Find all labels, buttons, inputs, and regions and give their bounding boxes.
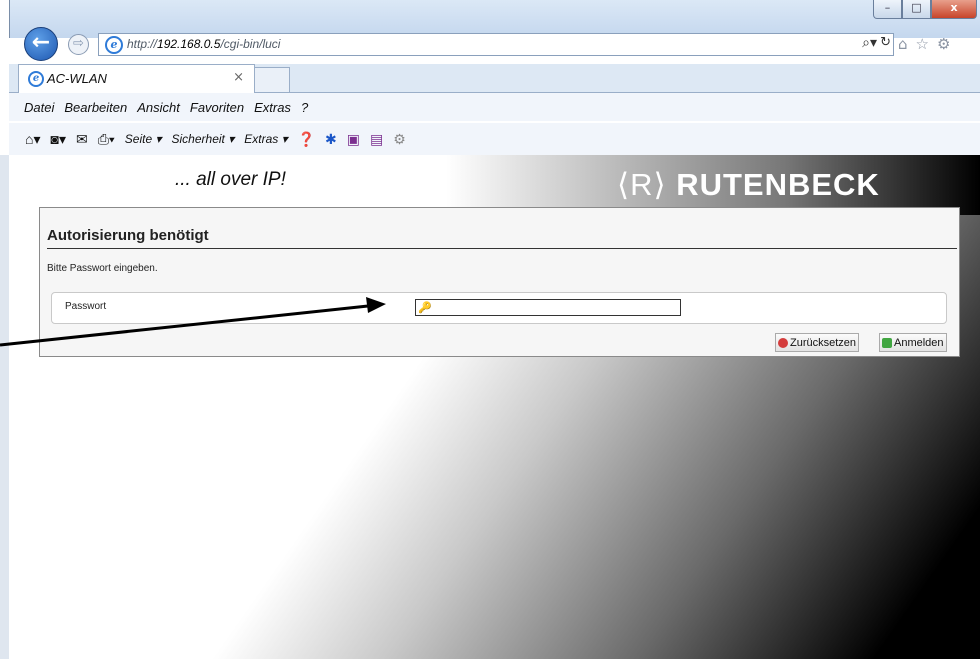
- login-label: Anmelden: [894, 336, 944, 349]
- menu-bearbeiten[interactable]: Bearbeiten: [64, 100, 127, 115]
- feeds-icon[interactable]: ◙▾: [50, 131, 65, 148]
- tab-label: AC-WLAN: [47, 71, 107, 86]
- home-cmd-icon[interactable]: ⌂▾: [25, 131, 40, 148]
- refresh-icon[interactable]: ↻: [880, 35, 891, 50]
- menu-help[interactable]: ?: [301, 100, 308, 115]
- extras-menu[interactable]: Extras ▾: [244, 132, 287, 146]
- command-bar: ⌂▾ ◙▾ ✉ ⎙▾ Seite ▾ Sicherheit ▾ Extras ▾…: [9, 123, 980, 156]
- bluetooth-icon[interactable]: ✱: [325, 131, 337, 148]
- login-icon: [882, 337, 892, 348]
- ie-logo-icon: e: [105, 36, 123, 54]
- page-title: Autorisierung benötigt: [47, 227, 209, 244]
- menu-favoriten[interactable]: Favoriten: [190, 100, 244, 115]
- tab-close-icon[interactable]: ×: [233, 70, 244, 85]
- settings-cmd-icon[interactable]: ⚙: [393, 131, 406, 148]
- tab-bar: e AC-WLAN ×: [9, 64, 980, 93]
- reset-button[interactable]: Zurücksetzen: [775, 333, 860, 352]
- search-icon[interactable]: ⌕▾: [862, 35, 877, 51]
- menu-datei[interactable]: Datei: [24, 100, 54, 115]
- help-icon[interactable]: ❓: [298, 131, 315, 148]
- maximize-button[interactable]: □: [902, 0, 931, 19]
- url-text: http://192.168.0.5/cgi-bin/luci: [127, 37, 281, 51]
- star-icon[interactable]: ☆: [916, 35, 929, 53]
- browser-right-icons: ⌂ ☆ ⚙: [898, 35, 950, 53]
- password-input[interactable]: 🔑: [415, 299, 681, 316]
- mail-icon[interactable]: ✉: [76, 131, 88, 148]
- slogan: ... all over IP!: [175, 169, 286, 190]
- left-frame: [0, 155, 9, 659]
- sicherheit-menu[interactable]: Sicherheit ▾: [172, 132, 235, 146]
- key-icon: 🔑: [418, 301, 432, 314]
- password-label: Passwort: [65, 301, 107, 312]
- ie-tab-icon: e: [28, 71, 44, 87]
- new-tab-button[interactable]: [254, 67, 290, 92]
- menu-ansicht[interactable]: Ansicht: [137, 100, 180, 115]
- window-controls: – □ x: [873, 0, 977, 19]
- onenote-linked-icon[interactable]: ▤: [370, 131, 383, 148]
- gear-icon[interactable]: ⚙: [937, 35, 950, 53]
- menu-extras[interactable]: Extras: [254, 100, 291, 115]
- back-button[interactable]: ←: [24, 27, 58, 61]
- print-icon[interactable]: ⎙▾: [98, 131, 115, 148]
- onenote-icon[interactable]: ▣: [347, 131, 360, 148]
- forward-button[interactable]: ⇨: [68, 34, 89, 55]
- login-button[interactable]: Anmelden: [879, 333, 947, 352]
- title-divider: [47, 248, 957, 249]
- menu-bar: Datei Bearbeiten Ansicht Favoriten Extra…: [9, 93, 980, 121]
- browser-window: – □ x ← ⇨ e http://192.168.0.5/cgi-bin/l…: [0, 0, 980, 659]
- home-icon[interactable]: ⌂: [898, 35, 908, 53]
- reset-icon: [778, 337, 788, 348]
- reset-label: Zurücksetzen: [790, 336, 857, 349]
- page-content: ... all over IP! ⟨R⟩ RUTENBECK Autorisie…: [9, 155, 980, 659]
- rutenbeck-logo: ⟨R⟩ RUTENBECK: [617, 167, 880, 202]
- address-bar[interactable]: e http://192.168.0.5/cgi-bin/luci ⌕▾ ↻: [98, 33, 894, 56]
- description-text: Bitte Passwort eingeben.: [47, 263, 158, 274]
- minimize-button[interactable]: –: [873, 0, 902, 19]
- close-button[interactable]: x: [931, 0, 977, 19]
- seite-menu[interactable]: Seite ▾: [125, 132, 162, 146]
- tab-ac-wlan[interactable]: e AC-WLAN ×: [18, 64, 255, 93]
- login-panel: Autorisierung benötigt Bitte Passwort ei…: [39, 207, 960, 357]
- password-row: Passwort 🔑: [51, 292, 947, 324]
